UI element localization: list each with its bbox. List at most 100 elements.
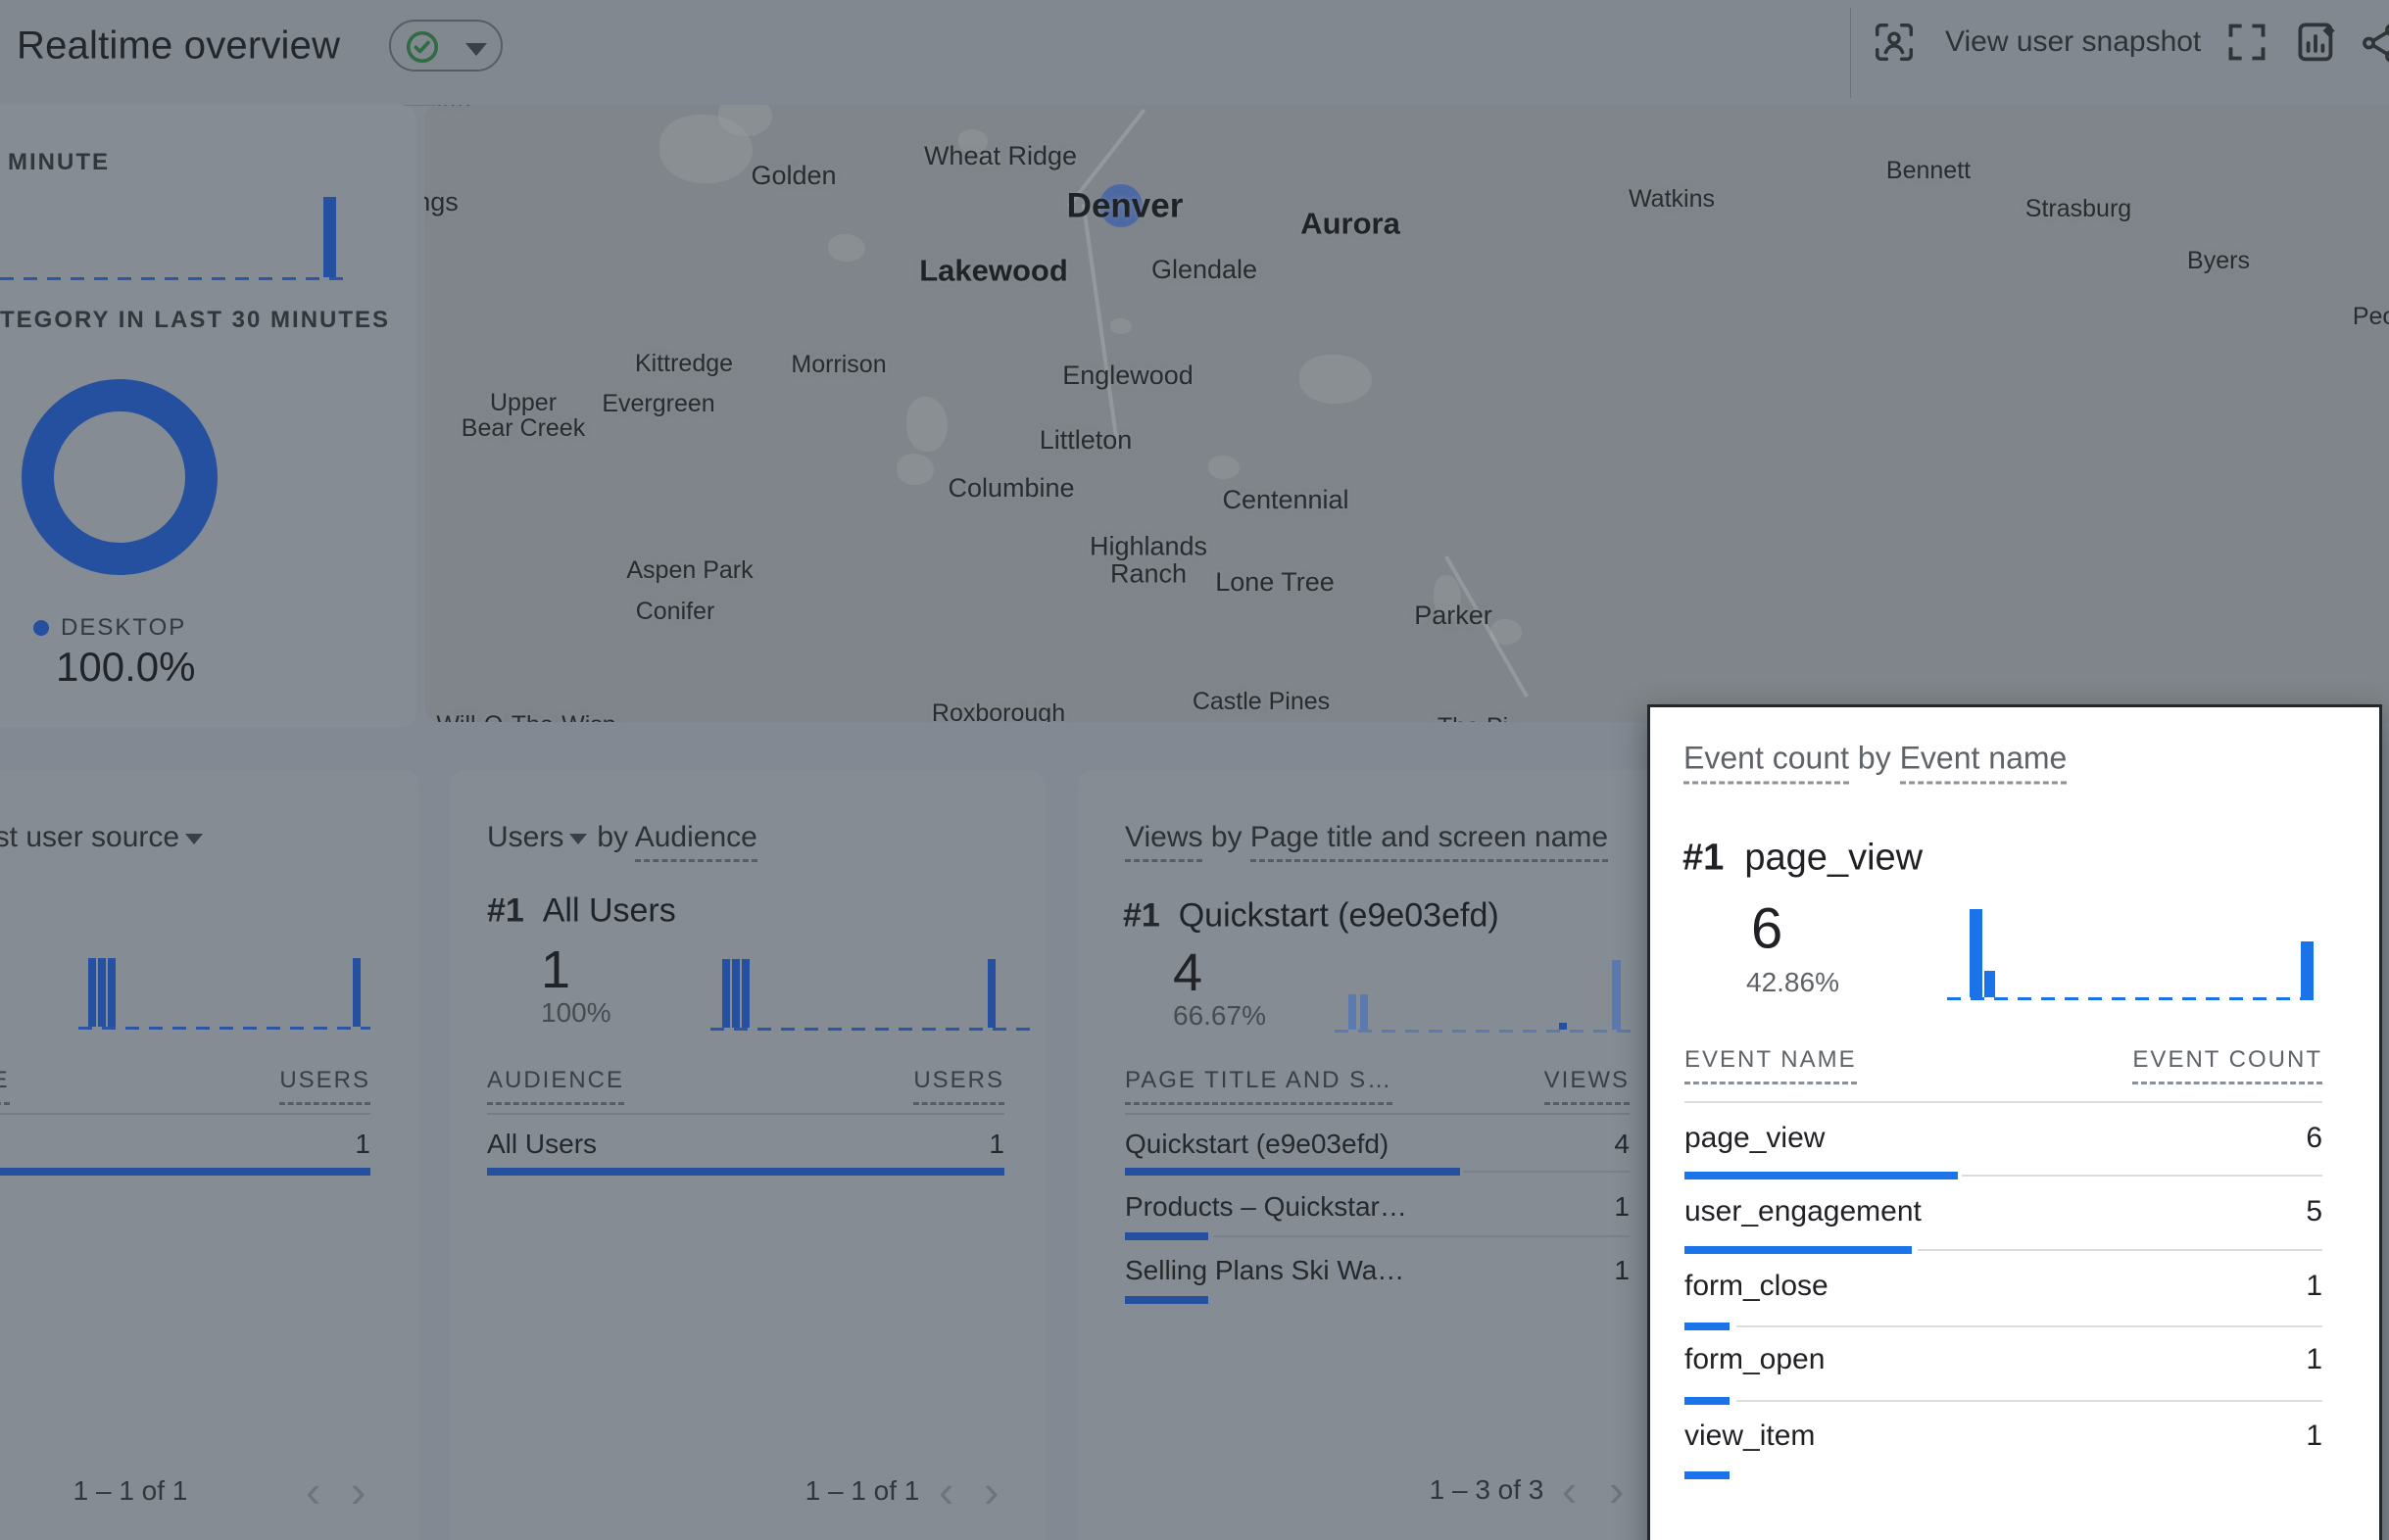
map-city-label: Lone Tree bbox=[1215, 568, 1335, 596]
sparkline-bar bbox=[353, 958, 361, 1027]
row-value: 1 bbox=[2136, 1343, 2322, 1376]
table-divider bbox=[0, 1113, 370, 1115]
data-quality-badge[interactable] bbox=[389, 20, 503, 72]
pagination-label: 1 – 3 of 3 bbox=[1430, 1474, 1544, 1506]
dimension-link[interactable]: Page title and screen name bbox=[1250, 821, 1608, 862]
row-name: Products – Quickstar… bbox=[1125, 1191, 1407, 1223]
column-header-right: USERS bbox=[869, 1067, 1004, 1094]
map-city-label: Centennial bbox=[1222, 486, 1348, 513]
sparkline-bar bbox=[1970, 909, 1982, 997]
row-value: 6 bbox=[2136, 1122, 2322, 1155]
column-header-left: AUDIENCE bbox=[487, 1067, 624, 1094]
row-share-bar bbox=[1684, 1397, 2322, 1405]
fullscreen-icon[interactable] bbox=[2225, 21, 2268, 64]
top-percent: 100% bbox=[541, 997, 611, 1029]
sparkline-baseline bbox=[710, 1028, 1035, 1031]
map-city-label: Columbine bbox=[948, 474, 1074, 502]
pagination-prev-button[interactable]: ‹ bbox=[1562, 1472, 1577, 1508]
map-city-label: Aspen Park bbox=[626, 557, 753, 583]
top-value: 1 bbox=[541, 939, 570, 1000]
map-lake-patch bbox=[1299, 355, 1372, 404]
map-city-label: Roxborough bbox=[932, 700, 1065, 722]
row-share-bar bbox=[1125, 1168, 1630, 1176]
row-value: 1 bbox=[1445, 1191, 1630, 1223]
row-value: 4 bbox=[1445, 1129, 1630, 1160]
pagination-next-button[interactable]: › bbox=[984, 1473, 999, 1509]
top-rank: #1 page_view bbox=[1682, 838, 1923, 880]
edit-chart-icon[interactable] bbox=[2294, 19, 2341, 66]
card-title: Views by Page title and screen name bbox=[1125, 821, 1608, 854]
card-title: Event count by Event name bbox=[1683, 741, 2067, 777]
metric-link[interactable]: Views bbox=[1125, 821, 1202, 862]
sparkline-bar bbox=[323, 197, 336, 277]
top-value: 6 bbox=[1751, 896, 1782, 962]
check-circle-icon bbox=[405, 29, 440, 65]
pagination-next-button[interactable]: › bbox=[351, 1473, 366, 1509]
users-per-minute-chart bbox=[0, 197, 351, 277]
dimension-link[interactable]: Audience bbox=[635, 821, 757, 862]
map-city-label: Evergreen bbox=[602, 391, 714, 416]
row-name: view_item bbox=[1684, 1420, 1815, 1453]
source-sparkline bbox=[78, 958, 370, 1027]
map-terrain-patch bbox=[1110, 318, 1132, 334]
map-city-label: Byers bbox=[2187, 248, 2250, 273]
row-name: form_open bbox=[1684, 1343, 1825, 1376]
sparkline-baseline bbox=[78, 1027, 370, 1030]
pagination-next-button[interactable]: › bbox=[1609, 1472, 1624, 1508]
user-snapshot-icon[interactable] bbox=[1872, 20, 1917, 65]
top-rank: #1 All Users bbox=[487, 892, 676, 931]
row-name: Selling Plans Ski Wa… bbox=[1125, 1255, 1404, 1286]
sparkline-bar bbox=[732, 959, 740, 1028]
sparkline-bar bbox=[108, 958, 116, 1027]
card-title: Usersby Audience bbox=[487, 821, 757, 854]
row-name: Quickstart (e9e03efd) bbox=[1125, 1129, 1389, 1160]
chevron-down-icon bbox=[569, 834, 587, 844]
map-city-label: Strasburg bbox=[2025, 196, 2131, 221]
sparkline-bar bbox=[1559, 1023, 1567, 1030]
realtime-map[interactable]: lawkGoldenWheat RidgengsDenverAuroraLake… bbox=[424, 105, 2389, 722]
pagination-label: 1 – 1 of 1 bbox=[805, 1475, 920, 1507]
map-city-label: Kittredge bbox=[635, 351, 733, 376]
top-percent: 42.86% bbox=[1746, 967, 1839, 998]
header-divider bbox=[1850, 8, 1851, 98]
view-user-snapshot-button[interactable]: View user snapshot bbox=[1945, 25, 2201, 59]
row-value: 1 bbox=[1445, 1255, 1630, 1286]
row-share-bar bbox=[487, 1168, 1004, 1176]
top-value: 4 bbox=[1173, 942, 1202, 1003]
chevron-down-icon bbox=[465, 43, 487, 56]
column-header-right: EVENT COUNT bbox=[2038, 1046, 2322, 1074]
map-terrain-patch bbox=[897, 454, 934, 485]
row-share-bar bbox=[1684, 1323, 2322, 1330]
page-title: Realtime overview bbox=[17, 24, 340, 69]
map-city-label: ngs bbox=[424, 188, 459, 216]
metric-link[interactable]: Event count bbox=[1683, 741, 1849, 785]
column-header-right: VIEWS bbox=[1494, 1067, 1630, 1094]
row-name: user_engagement bbox=[1684, 1195, 1922, 1228]
pagination-prev-button[interactable]: ‹ bbox=[939, 1473, 953, 1509]
metric-selector[interactable]: irst user source bbox=[0, 821, 179, 853]
map-city-label: Wheat Ridge bbox=[924, 142, 1077, 169]
pagination-prev-button[interactable]: ‹ bbox=[306, 1473, 320, 1509]
sparkline-bar bbox=[1360, 994, 1368, 1030]
sparkline-baseline bbox=[0, 277, 351, 280]
map-city-label: Denver bbox=[1067, 189, 1184, 225]
row-share-bar bbox=[0, 1168, 370, 1176]
dimension-link[interactable]: Event name bbox=[1900, 741, 2068, 785]
map-terrain-patch bbox=[828, 234, 865, 262]
map-terrain-patch bbox=[906, 397, 948, 452]
share-icon[interactable] bbox=[2358, 21, 2389, 66]
column-header-left: PAGE TITLE AND S… bbox=[1125, 1067, 1392, 1094]
row-value: 1 bbox=[2136, 1420, 2322, 1453]
metric-selector[interactable]: Users bbox=[487, 821, 563, 853]
map-city-label: Upper Bear Creek bbox=[462, 390, 585, 442]
row-share-bar bbox=[1125, 1296, 1630, 1304]
row-value: 1 bbox=[820, 1129, 1004, 1160]
row-share-bar bbox=[1684, 1172, 2322, 1179]
card-title: irst user source bbox=[0, 821, 203, 854]
map-city-label: Will-O-The-Wisp bbox=[436, 712, 615, 722]
map-city-label: The Pi bbox=[1438, 714, 1508, 722]
map-city-label: Morrison bbox=[791, 352, 886, 377]
row-share-bar bbox=[1125, 1232, 1630, 1240]
map-city-label: Bennett bbox=[1886, 158, 1971, 183]
top-rank: #1 Quickstart (e9e03efd) bbox=[1123, 897, 1499, 936]
